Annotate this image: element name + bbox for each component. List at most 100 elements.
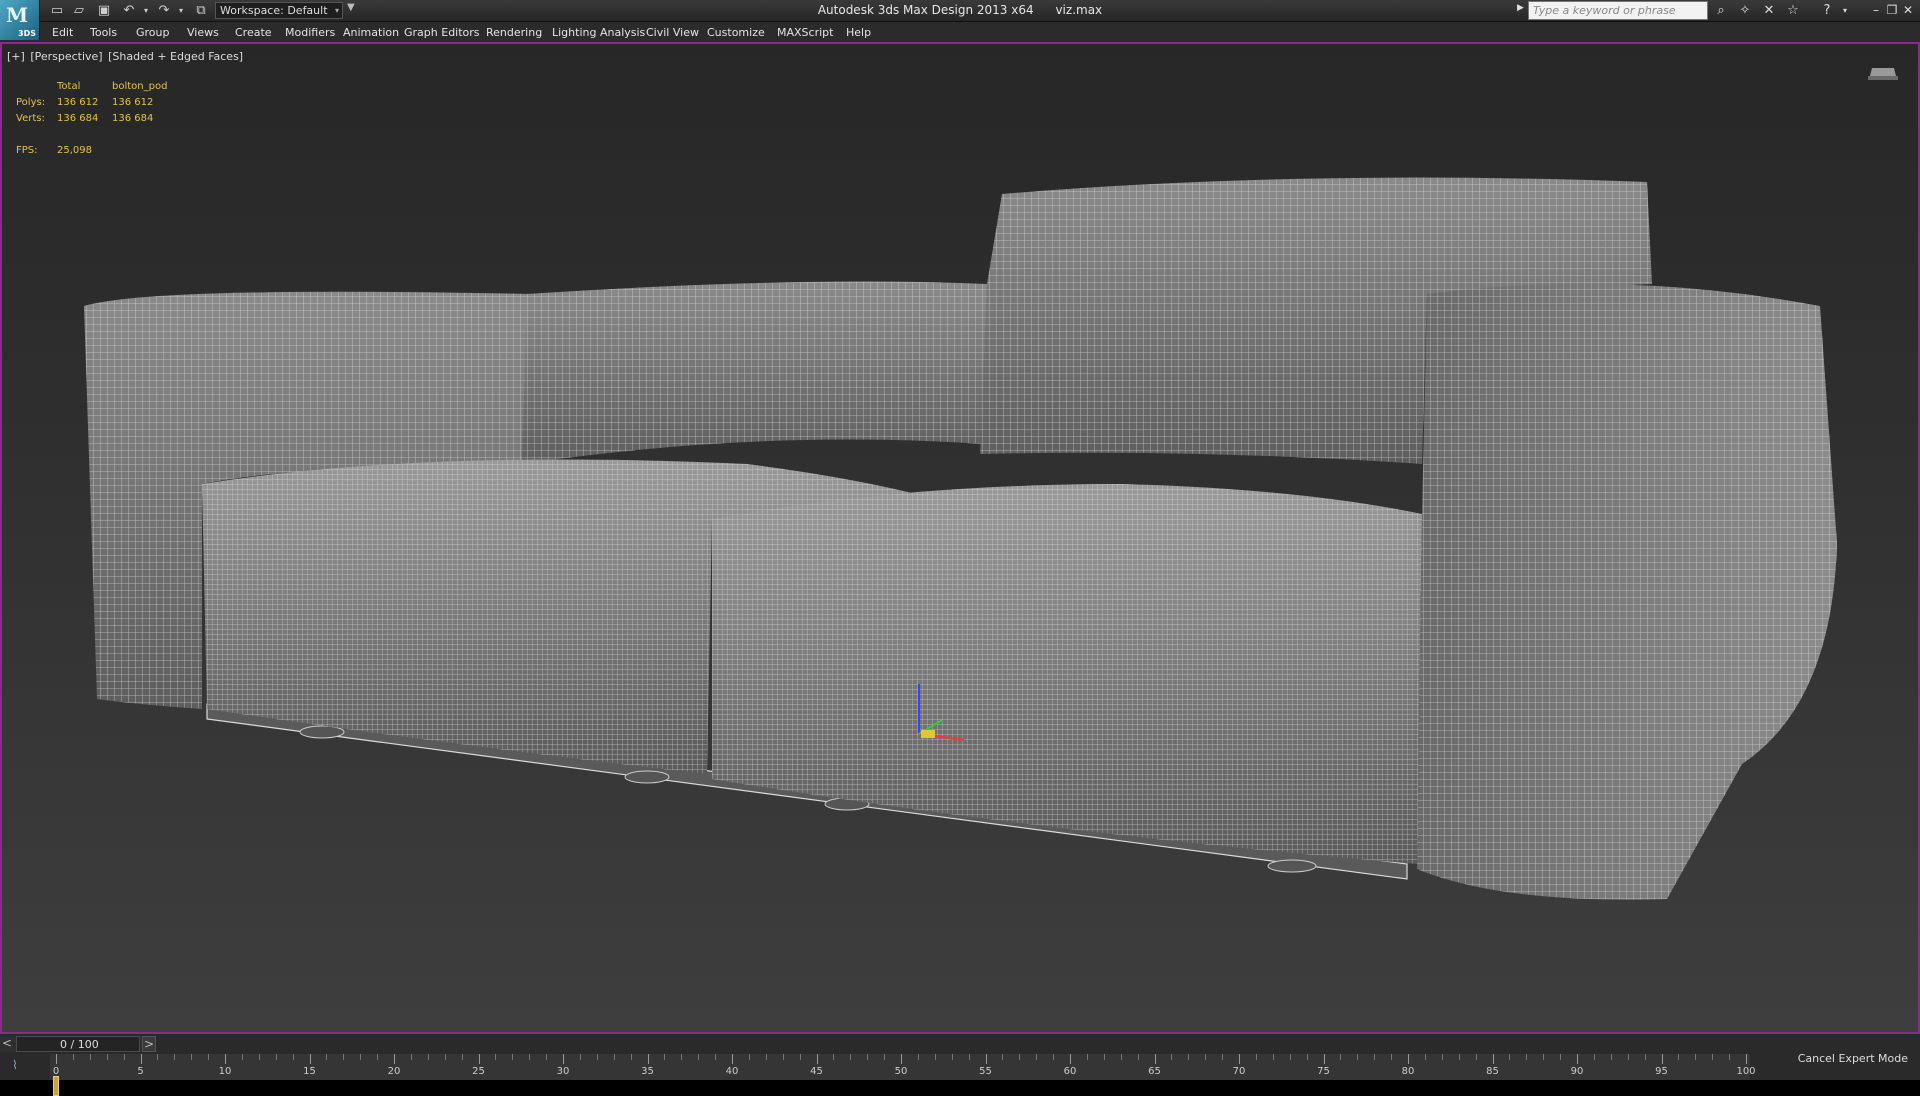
stats-polys-label: Polys: <box>16 97 46 108</box>
open-file-icon[interactable]: ▱ <box>70 2 88 19</box>
stats-fps-value: 25,098 <box>57 145 92 156</box>
restore-icon[interactable]: ❐ <box>1884 1 1900 19</box>
close-icon[interactable]: ✕ <box>1900 1 1916 19</box>
track-tick <box>1171 1054 1173 1060</box>
cancel-expert-mode-button[interactable]: Cancel Expert Mode <box>1798 1052 1908 1065</box>
track-bar[interactable]: 0 5 10 15 20 25 30 35 40 45 50 55 60 65 70 75 80 85 90 95 10… <box>50 1054 1756 1096</box>
track-tick <box>72 1054 74 1060</box>
sofa-seat-cushion-right <box>712 484 1422 864</box>
current-frame-cursor[interactable] <box>53 1076 59 1096</box>
track-tick <box>1205 1054 1207 1060</box>
viewport-label[interactable]: [+] [Perspective] [Shaded + Edged Faces] <box>7 50 245 63</box>
track-tick <box>732 1054 733 1064</box>
quick-access-customize-icon[interactable]: ▼ <box>347 2 355 13</box>
track-tick <box>191 1054 193 1060</box>
track-tick <box>275 1054 277 1060</box>
track-tick <box>748 1054 750 1060</box>
track-tick <box>1577 1054 1578 1064</box>
menu-rendering[interactable]: Rendering <box>486 26 542 39</box>
new-file-icon[interactable]: ▭ <box>48 2 66 19</box>
track-tick <box>596 1054 598 1060</box>
track-tick-label: 85 <box>1486 1066 1499 1077</box>
track-tick <box>985 1054 987 1064</box>
sofa-back-cushion-left <box>522 281 987 464</box>
viewport-point-of-view[interactable]: [Perspective] <box>30 50 102 63</box>
menu-lighting-analysis[interactable]: Lighting Analysis <box>552 26 645 39</box>
stats-polys-total: 136 612 <box>57 97 99 108</box>
track-tick <box>292 1054 294 1060</box>
time-slider-prev-button[interactable]: < <box>2 1036 12 1050</box>
track-tick-label: 100 <box>1736 1066 1756 1077</box>
menu-modifiers[interactable]: Modifiers <box>285 26 335 39</box>
timeline-panel: < 0 / 100 > ⌇ 0 5 10 15 20 25 30 35 40 45 50 55 60 65… <box>0 1032 1920 1096</box>
save-icon[interactable]: ▣ <box>95 2 113 19</box>
track-tick <box>1424 1054 1426 1060</box>
track-tick <box>579 1054 581 1060</box>
track-tick <box>1120 1054 1122 1060</box>
menu-help[interactable]: Help <box>846 26 871 39</box>
track-tick <box>377 1054 379 1060</box>
favorites-star-icon[interactable]: ☆ <box>1784 2 1802 19</box>
redo-dropdown-icon[interactable]: ▾ <box>172 2 190 19</box>
track-tick <box>613 1054 615 1060</box>
undo-dropdown-icon[interactable]: ▾ <box>137 2 155 19</box>
help-dropdown-icon[interactable]: ▾ <box>1836 2 1854 19</box>
search-expand-icon[interactable]: ▶ <box>1517 3 1524 13</box>
time-slider-next-button[interactable]: > <box>142 1036 156 1052</box>
track-tick <box>1678 1054 1680 1060</box>
track-tick <box>241 1054 243 1060</box>
undo-icon[interactable]: ↶ <box>120 2 138 19</box>
track-tick-label: 50 <box>894 1066 908 1077</box>
menu-customize[interactable]: Customize <box>707 26 765 39</box>
track-tick <box>1560 1054 1562 1060</box>
menu-animation[interactable]: Animation <box>343 26 399 39</box>
search-input[interactable]: Type a keyword or phrase <box>1528 1 1708 20</box>
track-tick <box>917 1054 919 1060</box>
track-tick <box>1729 1054 1731 1060</box>
menu-bar: Edit Tools Group Views Create Modifiers … <box>0 22 1920 44</box>
file-name: viz.max <box>1055 3 1103 17</box>
track-tick <box>394 1054 395 1064</box>
track-tick <box>140 1054 142 1064</box>
track-tick <box>1086 1054 1088 1060</box>
track-tick <box>89 1054 91 1060</box>
project-folder-icon[interactable]: ⧉ <box>192 2 210 19</box>
app-menu-button[interactable]: M 3DS <box>0 0 40 40</box>
track-tick <box>343 1054 345 1060</box>
workspace-dropdown[interactable]: Workspace: Default ▾ <box>215 2 343 19</box>
track-tick <box>1306 1054 1308 1060</box>
track-tick-label: 40 <box>725 1066 739 1077</box>
menu-create[interactable]: Create <box>235 26 272 39</box>
time-slider[interactable]: < 0 / 100 > <box>0 1036 156 1052</box>
track-tick-label: 80 <box>1401 1066 1415 1077</box>
track-tick <box>833 1054 835 1060</box>
menu-civil-view[interactable]: Civil View <box>646 26 699 39</box>
menu-group[interactable]: Group <box>136 26 170 39</box>
viewport-shading-mode[interactable]: [Shaded + Edged Faces] <box>108 50 243 63</box>
track-tick-label: 15 <box>303 1066 316 1077</box>
minimize-icon[interactable]: – <box>1868 1 1884 19</box>
menu-edit[interactable]: Edit <box>52 26 73 39</box>
binoculars-icon[interactable]: ⌕ <box>1712 2 1730 19</box>
communication-center-icon[interactable]: ✕ <box>1760 2 1778 19</box>
menu-views[interactable]: Views <box>187 26 219 39</box>
track-tick-label: 55 <box>979 1066 992 1077</box>
track-tick <box>1289 1054 1291 1060</box>
track-tick <box>563 1054 564 1064</box>
redo-icon[interactable]: ↷ <box>155 2 173 19</box>
perspective-viewport[interactable]: [+] [Perspective] [Shaded + Edged Faces]… <box>0 44 1920 1032</box>
subscription-icon[interactable]: ✧ <box>1736 2 1754 19</box>
track-tick <box>1002 1054 1004 1060</box>
menu-maxscript[interactable]: MAXScript <box>777 26 833 39</box>
help-icon[interactable]: ? <box>1818 2 1836 19</box>
trackbar-curve-editor-icon[interactable]: ⌇ <box>12 1058 28 1074</box>
menu-tools[interactable]: Tools <box>90 26 117 39</box>
stats-col-object: bolton_pod <box>112 81 168 92</box>
stats-col-total: Total <box>57 81 81 92</box>
viewcube-home-icon[interactable] <box>1866 62 1900 82</box>
stats-verts-object: 136 684 <box>112 113 154 124</box>
title-bar: M 3DS ▭ ▱ ▣ ↶ ▾ ↷ ▾ ⧉ Workspace: Default… <box>0 0 1920 40</box>
menu-graph-editors[interactable]: Graph Editors <box>404 26 480 39</box>
track-tick <box>1610 1054 1612 1060</box>
viewport-menu[interactable]: [+] <box>7 50 25 63</box>
